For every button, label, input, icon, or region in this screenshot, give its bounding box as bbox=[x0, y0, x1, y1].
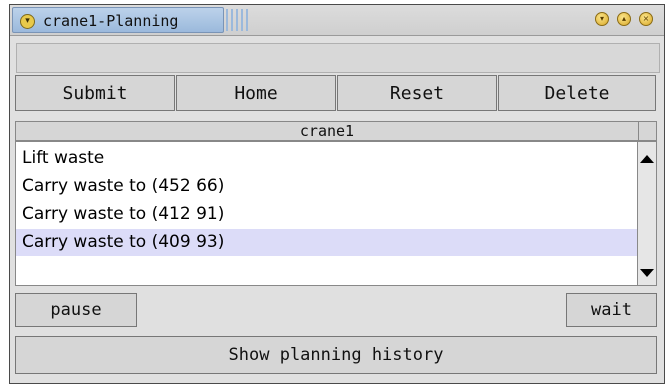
show-planning-history-button[interactable]: Show planning history bbox=[15, 336, 657, 374]
reset-button[interactable]: Reset bbox=[337, 75, 497, 111]
window-title: crane1-Planning bbox=[43, 12, 179, 30]
submit-button[interactable]: Submit bbox=[15, 75, 175, 111]
wait-button[interactable]: wait bbox=[566, 293, 657, 327]
pause-button[interactable]: pause bbox=[15, 293, 137, 327]
list-header-corner bbox=[639, 121, 657, 141]
plan-list[interactable]: Lift waste Carry waste to (452 66) Carry… bbox=[15, 141, 638, 286]
home-button[interactable]: Home bbox=[176, 75, 336, 111]
list-item[interactable]: Carry waste to (452 66) bbox=[16, 173, 637, 200]
delete-button[interactable]: Delete bbox=[498, 75, 656, 111]
list-item[interactable]: Lift waste bbox=[16, 145, 637, 172]
title-tab: ▾ crane1-Planning bbox=[12, 7, 224, 33]
empty-toolbar-bar bbox=[16, 43, 660, 73]
list-scrollbar[interactable] bbox=[638, 141, 657, 286]
window-menu-icon[interactable]: ▾ bbox=[20, 14, 35, 29]
scroll-up-arrow-icon[interactable] bbox=[640, 155, 654, 163]
list-item[interactable]: Carry waste to (412 91) bbox=[16, 201, 637, 228]
minimize-icon[interactable]: ▾ bbox=[595, 12, 609, 26]
maximize-icon[interactable]: ▴ bbox=[617, 12, 631, 26]
list-item-selected[interactable]: Carry waste to (409 93) bbox=[16, 229, 637, 256]
close-icon[interactable]: × bbox=[639, 12, 653, 26]
title-bar[interactable]: ▾ crane1-Planning ▾ ▴ × bbox=[10, 5, 664, 36]
list-header[interactable]: crane1 bbox=[15, 121, 639, 141]
title-stripes bbox=[226, 9, 248, 31]
scroll-down-arrow-icon[interactable] bbox=[640, 269, 654, 277]
